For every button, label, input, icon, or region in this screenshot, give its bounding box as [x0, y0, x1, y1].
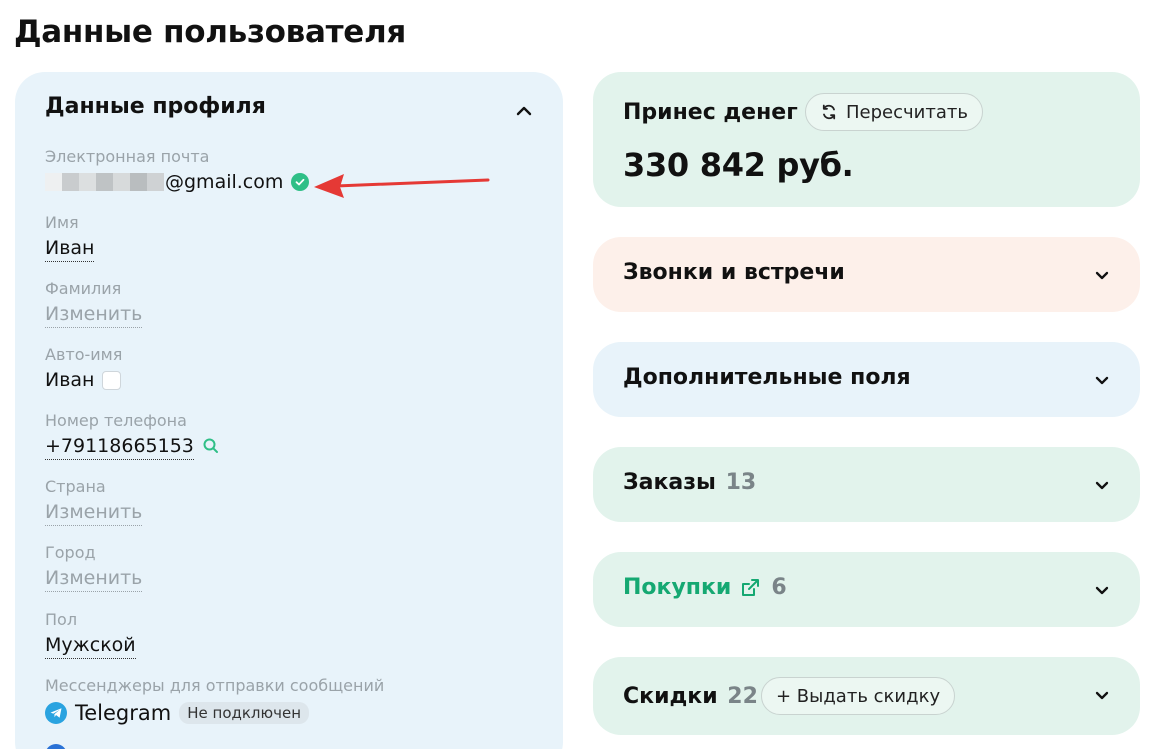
revenue-title: Принес денег	[623, 100, 798, 125]
telegram-name[interactable]: Telegram	[75, 701, 171, 725]
autoname-value: Иван	[45, 369, 95, 391]
messenger-icon	[45, 744, 67, 749]
chevron-down-icon[interactable]	[1092, 475, 1112, 495]
external-link-icon[interactable]	[739, 577, 761, 599]
surname-edit-link[interactable]: Изменить	[45, 301, 143, 328]
revenue-card: Принес денег Пересчитать 330 842 руб.	[593, 72, 1140, 207]
refresh-icon	[822, 104, 836, 120]
discounts-title-row: Скидки 22	[623, 684, 758, 709]
country-field: Страна Изменить	[45, 476, 143, 526]
search-icon[interactable]	[202, 437, 220, 455]
email-value: @gmail.com	[165, 171, 284, 193]
phone-value[interactable]: +79118665153	[45, 433, 194, 460]
telegram-status-badge: Не подключен	[179, 702, 310, 724]
gender-value[interactable]: Мужской	[45, 632, 136, 659]
discounts-count: 22	[727, 684, 758, 709]
chevron-up-icon[interactable]	[513, 100, 535, 122]
name-label: Имя	[45, 213, 79, 232]
issue-discount-button[interactable]: + Выдать скидку	[761, 677, 956, 715]
chevron-down-icon[interactable]	[1092, 370, 1112, 390]
purchases-title[interactable]: Покупки	[623, 575, 731, 600]
extra-fields-section[interactable]: Дополнительные поля	[593, 342, 1140, 417]
surname-label: Фамилия	[45, 279, 122, 298]
purchases-count: 6	[771, 575, 787, 600]
gender-field: Пол Мужской	[45, 609, 136, 659]
chevron-down-icon[interactable]	[1092, 580, 1112, 600]
telegram-icon	[45, 702, 67, 724]
autoname-field: Авто-имя Иван	[45, 344, 122, 394]
verified-check-icon	[291, 173, 310, 191]
autoname-checkbox[interactable]	[102, 370, 122, 390]
messengers-field: Мессенджеры для отправки сообщений Teleg…	[45, 675, 384, 729]
messengers-label: Мессенджеры для отправки сообщений	[45, 676, 385, 695]
country-edit-link[interactable]: Изменить	[45, 499, 143, 526]
autoname-label: Авто-имя	[45, 345, 123, 364]
revenue-value: 330 842 руб.	[623, 146, 854, 184]
email-field: Электронная почта @gmail.com	[45, 146, 310, 196]
orders-title-row: Заказы 13	[623, 470, 756, 495]
recalculate-label: Пересчитать	[846, 101, 968, 123]
extra-fields-title: Дополнительные поля	[623, 365, 911, 390]
gender-label: Пол	[45, 610, 78, 629]
purchases-title-row: Покупки 6	[623, 575, 787, 600]
city-field: Город Изменить	[45, 542, 143, 592]
surname-field: Фамилия Изменить	[45, 278, 143, 328]
profile-card-title: Данные профиля	[45, 94, 266, 119]
calls-section[interactable]: Звонки и встречи	[593, 237, 1140, 312]
orders-section[interactable]: Заказы 13	[593, 447, 1140, 522]
discounts-title: Скидки	[623, 684, 718, 709]
calls-title: Звонки и встречи	[623, 260, 845, 285]
phone-label: Номер телефона	[45, 411, 187, 430]
email-label: Электронная почта	[45, 147, 210, 166]
phone-field: Номер телефона +79118665153	[45, 410, 220, 460]
name-value[interactable]: Иван	[45, 235, 95, 262]
chevron-down-icon[interactable]	[1092, 685, 1112, 705]
city-label: Город	[45, 543, 96, 562]
name-field: Имя Иван	[45, 212, 95, 262]
country-label: Страна	[45, 477, 106, 496]
annotation-arrow-icon	[314, 174, 490, 198]
purchases-section[interactable]: Покупки 6	[593, 552, 1140, 627]
orders-title: Заказы	[623, 470, 716, 495]
orders-count: 13	[725, 470, 757, 495]
recalculate-button[interactable]: Пересчитать	[805, 93, 983, 131]
chevron-down-icon[interactable]	[1092, 265, 1112, 285]
city-edit-link[interactable]: Изменить	[45, 565, 143, 592]
discounts-section[interactable]: Скидки 22 + Выдать скидку	[593, 657, 1140, 735]
page-title: Данные пользователя	[14, 14, 406, 50]
email-redacted-block	[45, 173, 164, 191]
